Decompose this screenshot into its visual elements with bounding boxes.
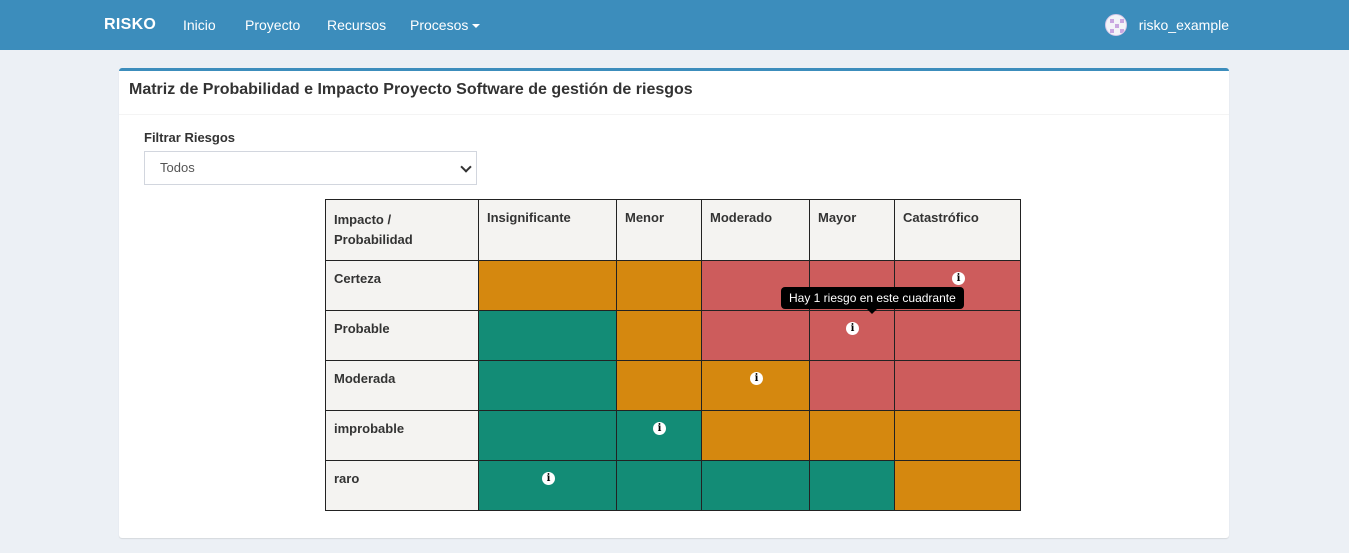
- matrix-cell[interactable]: [616, 260, 702, 311]
- info-icon[interactable]: i: [846, 322, 859, 335]
- matrix-cell[interactable]: i: [478, 460, 617, 511]
- matrix-cell[interactable]: [478, 360, 617, 411]
- column-header: Moderado: [701, 199, 810, 261]
- risk-tooltip: Hay 1 riesgo en este cuadrante: [781, 287, 964, 314]
- matrix-cell[interactable]: [894, 360, 1021, 411]
- nav-proyecto[interactable]: Proyecto: [245, 17, 300, 33]
- nav-procesos-label: Procesos: [410, 17, 469, 33]
- top-navbar: RISKO Inicio Proyecto Recursos Procesos …: [0, 0, 1349, 50]
- brand-logo[interactable]: RISKO: [104, 16, 156, 34]
- matrix-cell[interactable]: [701, 410, 810, 461]
- matrix-cell[interactable]: i: [701, 360, 810, 411]
- caret-down-icon: [472, 24, 481, 29]
- matrix-cell[interactable]: i: [809, 310, 895, 361]
- info-icon[interactable]: i: [653, 422, 666, 435]
- chevron-down-icon: [460, 161, 472, 173]
- row-header: Certeza: [325, 260, 479, 311]
- filter-label: Filtrar Riesgos: [144, 130, 236, 145]
- column-header: Mayor: [809, 199, 895, 261]
- matrix-panel: Matriz de Probabilidad e Impacto Proyect…: [119, 68, 1229, 538]
- info-icon[interactable]: i: [750, 372, 763, 385]
- filter-select[interactable]: Todos: [144, 151, 477, 185]
- matrix-cell[interactable]: [809, 410, 895, 461]
- nav-inicio[interactable]: Inicio: [183, 17, 216, 33]
- matrix-cell[interactable]: [616, 460, 702, 511]
- info-icon[interactable]: i: [952, 272, 965, 285]
- matrix-row: Probable i: [325, 310, 1021, 361]
- matrix-cell[interactable]: [478, 260, 617, 311]
- matrix-cell[interactable]: [701, 460, 810, 511]
- username: risko_example: [1138, 17, 1229, 33]
- info-icon[interactable]: i: [542, 472, 555, 485]
- page-title: Matriz de Probabilidad e Impacto Proyect…: [119, 71, 1229, 115]
- matrix-cell[interactable]: [894, 410, 1021, 461]
- matrix-row: Moderada i: [325, 360, 1021, 411]
- matrix-cell[interactable]: [478, 410, 617, 461]
- column-header: Insignificante: [478, 199, 617, 261]
- matrix-cell[interactable]: [616, 360, 702, 411]
- row-header: raro: [325, 460, 479, 511]
- matrix-cell[interactable]: [894, 310, 1021, 361]
- nav-recursos[interactable]: Recursos: [327, 17, 386, 33]
- user-menu[interactable]: risko_example: [1104, 14, 1229, 36]
- matrix-cell[interactable]: [478, 310, 617, 361]
- nav-procesos[interactable]: Procesos: [410, 17, 481, 33]
- matrix-cell[interactable]: i: [616, 410, 702, 461]
- matrix-cell[interactable]: [809, 460, 895, 511]
- header-row: Impacto / Probabilidad Insignificante Me…: [325, 199, 1021, 261]
- row-header: improbable: [325, 410, 479, 461]
- matrix-row: improbable i: [325, 410, 1021, 461]
- row-header: Moderada: [325, 360, 479, 411]
- column-header: Menor: [616, 199, 702, 261]
- matrix-cell[interactable]: [616, 310, 702, 361]
- corner-header: Impacto / Probabilidad: [325, 199, 479, 261]
- matrix-cell[interactable]: [894, 460, 1021, 511]
- row-header: Probable: [325, 310, 479, 361]
- matrix-row: raro i: [325, 460, 1021, 511]
- column-header: Catastrófico: [894, 199, 1021, 261]
- avatar: [1104, 14, 1127, 36]
- risk-matrix-table: Impacto / Probabilidad Insignificante Me…: [325, 199, 1021, 511]
- matrix-cell[interactable]: [701, 310, 810, 361]
- filter-select-value: Todos: [160, 160, 195, 175]
- matrix-cell[interactable]: [809, 360, 895, 411]
